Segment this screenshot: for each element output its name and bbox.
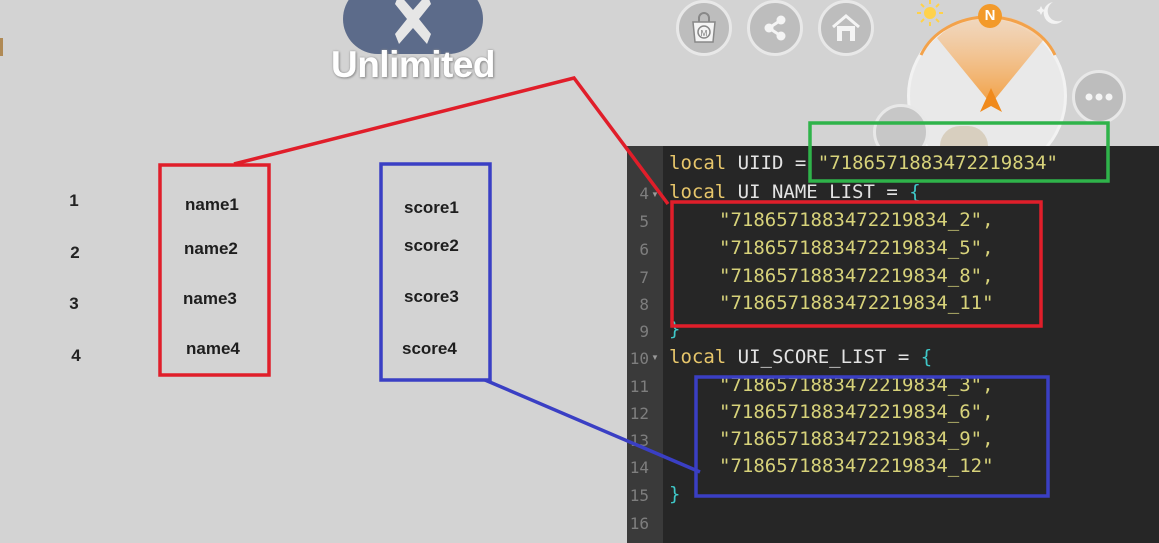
- fold-arrow-icon[interactable]: ▼: [651, 190, 659, 199]
- shop-button[interactable]: M: [676, 0, 732, 56]
- code-editor[interactable]: [627, 146, 1159, 543]
- line-number: 7: [639, 268, 649, 287]
- line-gutter: [627, 146, 663, 543]
- code-line-name-entry[interactable]: "7186571883472219834_11": [719, 292, 994, 314]
- more-button[interactable]: [1072, 70, 1126, 124]
- code-line-score-entry[interactable]: "7186571883472219834_3",: [719, 374, 994, 396]
- line-number: 9: [639, 322, 649, 341]
- player-score: score1: [404, 198, 459, 217]
- line-number: 16: [629, 514, 649, 533]
- player-score: score3: [404, 287, 459, 306]
- home-button[interactable]: [818, 0, 874, 56]
- code-line-name-entry[interactable]: "7186571883472219834_8",: [719, 265, 994, 287]
- code-line-score-entry[interactable]: "7186571883472219834_9",: [719, 428, 994, 450]
- player-name: name2: [184, 239, 238, 258]
- share-icon: [764, 15, 786, 41]
- line-number: 6: [639, 240, 649, 259]
- line-number: 4: [639, 184, 649, 203]
- share-button[interactable]: [747, 0, 803, 56]
- line-number: 8: [639, 295, 649, 314]
- code-line-name-entry[interactable]: "7186571883472219834_2",: [719, 209, 994, 231]
- rank-label: 2: [70, 243, 80, 262]
- annotation-connector-names: [233, 76, 670, 206]
- mode-label: Unlimited: [330, 44, 496, 85]
- line-number: 14: [629, 458, 649, 477]
- player-name: name3: [183, 289, 237, 308]
- line-number: 12: [629, 404, 649, 423]
- compass-north-marker: N: [978, 4, 1002, 28]
- line-number: 5: [639, 212, 649, 231]
- code-line-name-entry[interactable]: "7186571883472219834_5",: [719, 237, 994, 259]
- player-score: score2: [404, 236, 459, 255]
- fold-arrow-icon[interactable]: ▼: [651, 353, 659, 362]
- ellipsis-icon: [1085, 93, 1113, 101]
- home-icon: [832, 14, 860, 41]
- rank-label: 3: [69, 294, 79, 313]
- code-line-uiid[interactable]: local UIID = "7186571883472219834": [669, 152, 1058, 174]
- code-line-score-entry[interactable]: "7186571883472219834_12": [719, 455, 994, 477]
- player-name: name4: [186, 339, 240, 358]
- code-line-close-brace[interactable]: }: [669, 483, 680, 505]
- code-line-close-brace[interactable]: }: [669, 318, 680, 340]
- line-number: 10: [629, 349, 649, 368]
- edge-marker: [0, 38, 3, 56]
- shopping-bag-icon: M: [692, 12, 716, 43]
- svg-text:M: M: [701, 29, 708, 38]
- code-line-score-entry[interactable]: "7186571883472219834_6",: [719, 401, 994, 423]
- player-name: name1: [185, 195, 239, 214]
- close-icon: [395, 0, 431, 44]
- rank-label: 4: [71, 346, 81, 365]
- moon-icon: [1036, 2, 1063, 24]
- code-line-name-list-decl[interactable]: local UI_NAME_LIST = {: [669, 181, 921, 203]
- rank-label: 1: [69, 191, 79, 210]
- player-score: score4: [402, 339, 457, 358]
- sun-icon: [917, 0, 943, 26]
- line-number: 11: [629, 377, 649, 396]
- line-number: 15: [629, 486, 649, 505]
- line-number: 13: [629, 431, 649, 450]
- code-line-score-list-decl[interactable]: local UI_SCORE_LIST = {: [669, 346, 932, 368]
